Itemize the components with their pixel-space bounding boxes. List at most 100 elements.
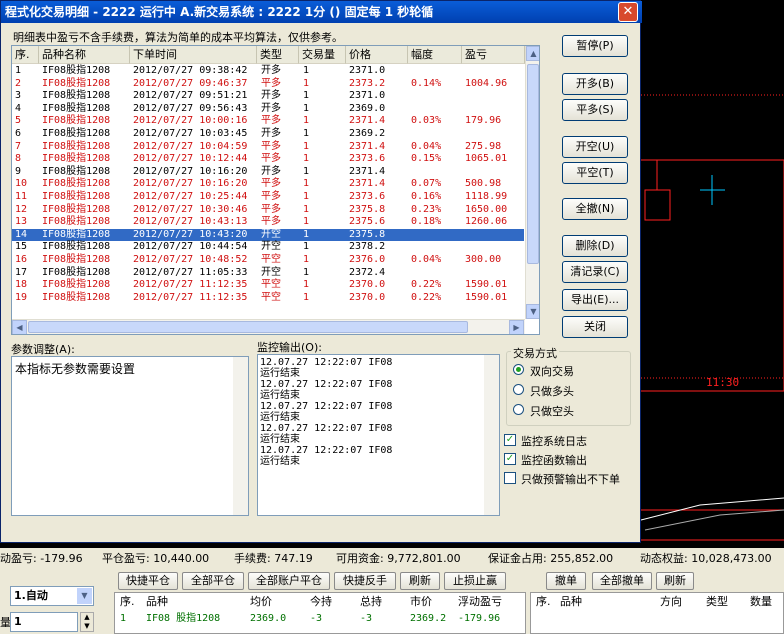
toolbar-button[interactable]: 快捷平仓	[118, 572, 178, 590]
table-row[interactable]: 13 IF08股指1208 2012/07/27 10:43:13 平多 1 2375.6…	[12, 216, 524, 228]
table-row[interactable]: 9 IF08股指1208 2012/07/27 10:16:20 开多 1 2371.4	[12, 166, 524, 178]
table-row[interactable]: 19 IF08股指1208 2012/07/27 11:12:35 平空 1 2370.0…	[12, 292, 524, 304]
hscroll-thumb[interactable]	[28, 321, 468, 333]
cell-pct: 0.04%	[411, 140, 442, 152]
table-row[interactable]: 11 IF08股指1208 2012/07/27 10:25:44 平多 1 2373.6…	[12, 191, 524, 203]
scroll-left-icon[interactable]: ◀	[12, 320, 27, 334]
toolbar-button[interactable]: 全部撤单	[592, 572, 652, 590]
col-time[interactable]: 下单时间	[130, 46, 257, 64]
toolbar-button[interactable]: 全部账户平仓	[248, 572, 330, 590]
table-row[interactable]: 14 IF08股指1208 2012/07/27 10:43:20 开空 1 2375.8	[12, 228, 524, 241]
pos-cell: -3	[310, 613, 323, 624]
radio-label[interactable]: 双向交易	[530, 363, 574, 379]
checkbox[interactable]	[504, 472, 516, 484]
monitor-scrollbar[interactable]	[484, 355, 499, 515]
table-row[interactable]: 15 IF08股指1208 2012/07/27 10:44:54 开空 1 2378.2	[12, 241, 524, 253]
cancel-all-button[interactable]: 全撤(N)	[562, 198, 628, 220]
list-hscroll[interactable]: ◀ ▶	[12, 319, 525, 334]
scroll-down-icon[interactable]: ▼	[526, 304, 539, 319]
table-row[interactable]: 2 IF08股指1208 2012/07/27 09:46:37 平多 1 2373.2 0…	[12, 78, 524, 90]
open-long-button[interactable]: 开多(B)	[562, 73, 628, 95]
checkbox[interactable]: ✓	[504, 434, 516, 446]
radio-label[interactable]: 只做空头	[530, 403, 574, 419]
chevron-down-icon[interactable]: ▼	[77, 588, 92, 604]
qty-stepper[interactable]: ▲ ▼	[80, 612, 94, 632]
table-row[interactable]: 4 IF08股指1208 2012/07/27 09:56:43 开多 1 2369.0	[12, 103, 524, 115]
pos-header[interactable]: 均价	[250, 594, 272, 610]
pos-header[interactable]: 序.	[120, 594, 135, 610]
checkbox-label[interactable]: 监控系统日志	[521, 433, 587, 449]
table-row[interactable]: 3 IF08股指1208 2012/07/27 09:51:21 开多 1 2371.0	[12, 90, 524, 102]
col-type[interactable]: 类型	[257, 46, 299, 64]
list-vscroll[interactable]: ▲ ▼	[525, 46, 539, 319]
radio-short-only[interactable]	[513, 404, 524, 415]
qty-input[interactable]: 1	[10, 612, 78, 632]
dialog-title[interactable]: 程式化交易明细 - 2222 运行中 A.新交易系统 : 2222 1分 () …	[1, 1, 642, 23]
delete-button[interactable]: 删除(D)	[562, 235, 628, 257]
table-row[interactable]: 16 IF08股指1208 2012/07/27 10:48:52 平空 1 2376.0…	[12, 254, 524, 266]
table-row[interactable]: 7 IF08股指1208 2012/07/27 10:04:59 平多 1 2371.4 0…	[12, 141, 524, 153]
col-name[interactable]: 品种名称	[39, 46, 130, 64]
checkbox[interactable]: ✓	[504, 453, 516, 465]
open-short-button[interactable]: 开空(U)	[562, 136, 628, 158]
table-row[interactable]: 12 IF08股指1208 2012/07/27 10:30:46 平多 1 2375.8…	[12, 204, 524, 216]
table-row[interactable]: 17 IF08股指1208 2012/07/27 11:05:33 开空 1 2372.4	[12, 267, 524, 279]
table-row[interactable]: 1 IF08股指1208 2012/07/27 09:38:42 开多 1 2371.0	[12, 65, 524, 77]
pause-button[interactable]: 暂停(P)	[562, 35, 628, 57]
close-short-button[interactable]: 平空(T)	[562, 162, 628, 184]
radio-label[interactable]: 只做多头	[530, 383, 574, 399]
order-header[interactable]: 数量	[750, 594, 772, 610]
pos-header[interactable]: 总持	[360, 594, 382, 610]
pos-header[interactable]: 市价	[410, 594, 432, 610]
toolbar-button[interactable]: 刷新	[400, 572, 440, 590]
col-pnl[interactable]: 盈亏	[462, 46, 525, 64]
cell-qty: 1	[303, 90, 310, 102]
mode-select[interactable]: 1.自动 ▼	[10, 586, 94, 606]
cell-pnl: 500.98	[465, 178, 502, 190]
order-header[interactable]: 序.	[536, 594, 551, 610]
cell-type: 平多	[261, 140, 281, 152]
col-price[interactable]: 价格	[346, 46, 408, 64]
checkbox-label[interactable]: 只做预警输出不下单	[521, 471, 620, 487]
order-header[interactable]: 类型	[706, 594, 728, 610]
pos-header[interactable]: 今持	[310, 594, 332, 610]
cell-qty: 1	[303, 241, 310, 253]
params-pane[interactable]: 本指标无参数需要设置	[11, 356, 249, 516]
table-row[interactable]: 6 IF08股指1208 2012/07/27 10:03:45 开多 1 2369.2	[12, 128, 524, 140]
export-button[interactable]: 导出(E)...	[562, 289, 628, 311]
toolbar-button[interactable]: 撤单	[546, 572, 586, 590]
scroll-up-icon[interactable]: ▲	[526, 46, 539, 61]
toolbar-button[interactable]: 全部平仓	[182, 572, 244, 590]
cell-type: 平空	[261, 254, 281, 265]
table-row[interactable]: 10 IF08股指1208 2012/07/27 10:16:20 平多 1 2371.4…	[12, 178, 524, 190]
cell-time: 2012/07/27 10:48:52	[133, 254, 248, 265]
cell-name: IF08股指1208	[42, 241, 111, 253]
toolbar-button[interactable]: 止损止赢	[444, 572, 506, 590]
monitor-pane[interactable]: 12.07.27 12:22:07 IF08 运行结束 12.07.27 12:22…	[257, 354, 500, 516]
trade-list[interactable]: 序. 品种名称 下单时间 类型 交易量 价格 幅度 盈亏 1 IF08股指1208…	[11, 45, 540, 335]
col-pct[interactable]: 幅度	[408, 46, 462, 64]
radio-both[interactable]	[513, 364, 524, 375]
close-long-button[interactable]: 平多(S)	[562, 99, 628, 121]
toolbar-button[interactable]: 刷新	[656, 572, 694, 590]
toolbar-button[interactable]: 快捷反手	[334, 572, 396, 590]
vscroll-thumb[interactable]	[527, 64, 539, 264]
order-header[interactable]: 品种	[560, 594, 582, 610]
pos-header[interactable]: 浮动盈亏	[458, 594, 502, 610]
table-row[interactable]: 8 IF08股指1208 2012/07/27 10:12:44 平多 1 2373.6 0…	[12, 153, 524, 165]
checkbox-label[interactable]: 监控函数输出	[521, 452, 587, 468]
pos-header[interactable]: 品种	[146, 594, 168, 610]
order-header[interactable]: 方向	[660, 594, 682, 610]
col-qty[interactable]: 交易量	[299, 46, 346, 64]
table-row[interactable]: 5 IF08股指1208 2012/07/27 10:00:16 平多 1 2371.4 0…	[12, 115, 524, 127]
clear-log-button[interactable]: 清记录(C)	[562, 261, 628, 283]
cell-type: 开多	[261, 128, 281, 139]
radio-long-only[interactable]	[513, 384, 524, 395]
cell-price: 2369.2	[349, 128, 386, 139]
close-icon[interactable]: ✕	[618, 2, 638, 22]
close-button[interactable]: 关闭	[562, 316, 628, 338]
scroll-right-icon[interactable]: ▶	[509, 320, 524, 334]
table-row[interactable]: 18 IF08股指1208 2012/07/27 11:12:35 平空 1 2370.0…	[12, 279, 524, 291]
col-no[interactable]: 序.	[12, 46, 39, 64]
params-scrollbar[interactable]	[233, 357, 248, 515]
